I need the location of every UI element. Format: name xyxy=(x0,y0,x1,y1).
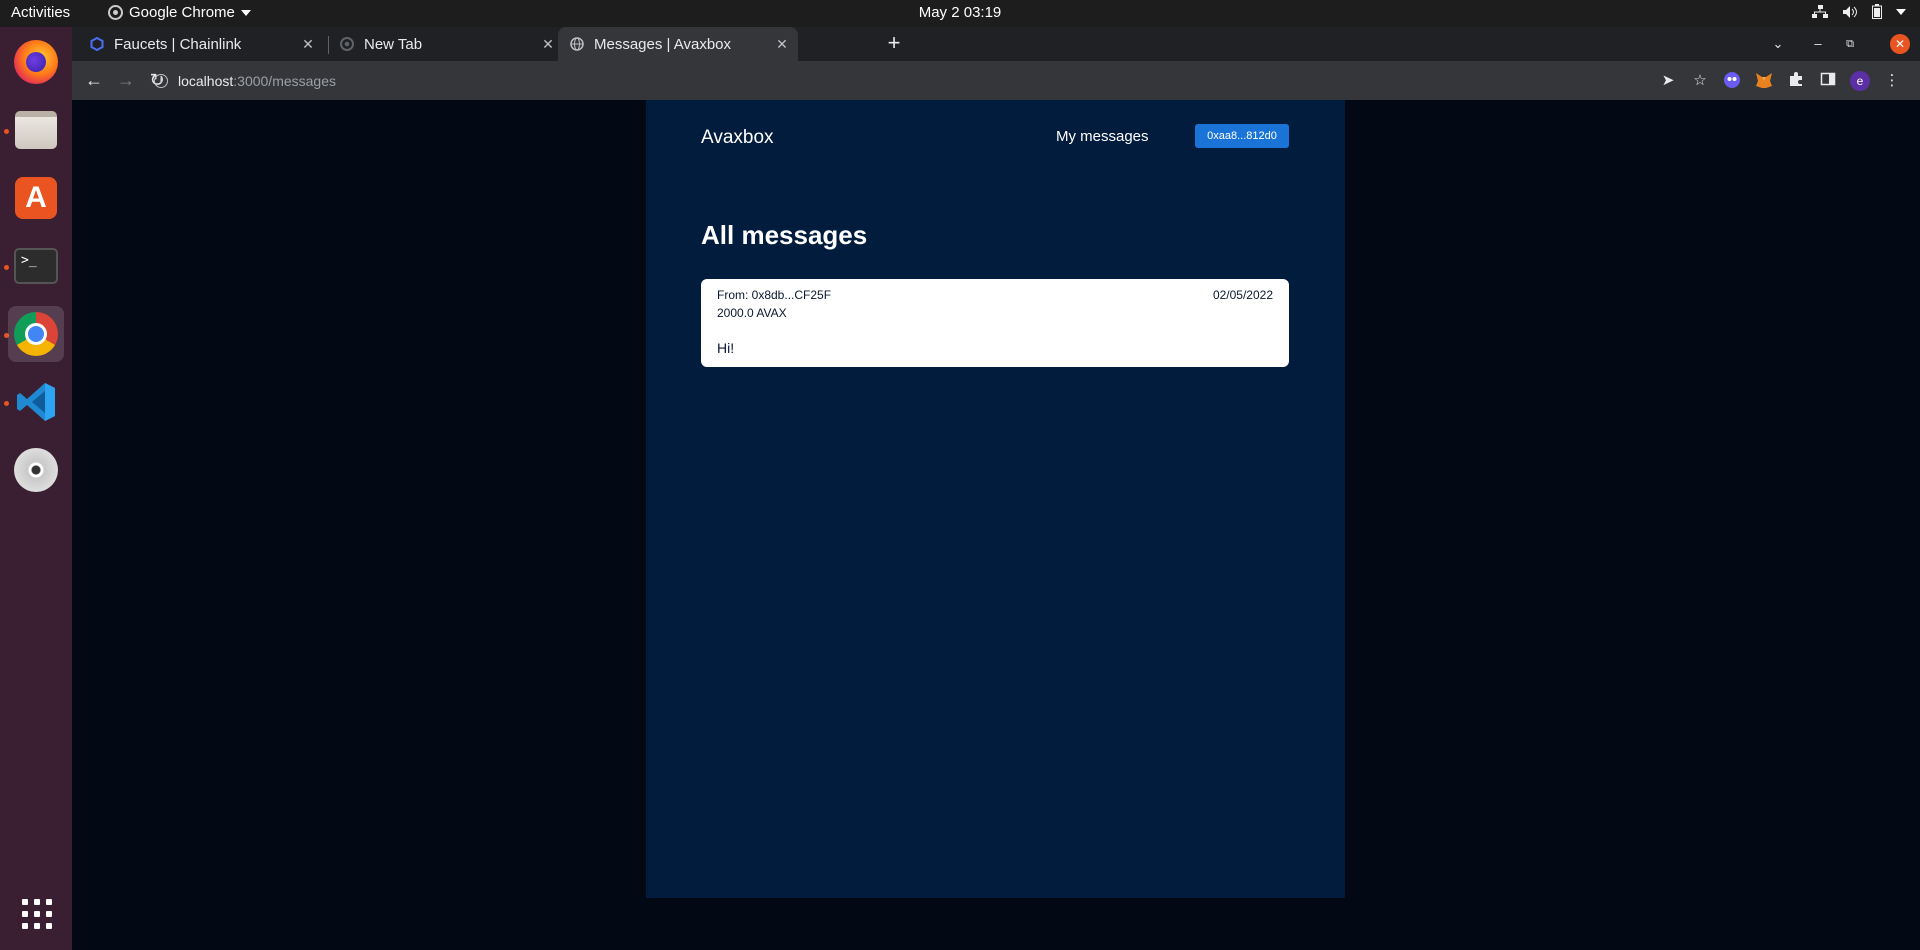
browser-toolbar: ← → ↻ i localhost:3000/messages ➤ ☆ e ⋮ xyxy=(72,61,1920,100)
browser-tab-strip: Faucets | Chainlink ✕ New Tab ✕ Messages… xyxy=(72,27,1920,61)
message-sender: From: 0x8db...CF25F xyxy=(717,288,832,302)
dock-vscode[interactable] xyxy=(8,374,64,430)
page-title: All messages xyxy=(701,220,868,250)
volume-icon xyxy=(1843,5,1857,18)
extensions-puzzle-icon[interactable] xyxy=(1786,71,1806,91)
show-apps-icon[interactable] xyxy=(22,899,52,929)
message-body: Hi! xyxy=(717,340,735,356)
address-bar[interactable]: i localhost:3000/messages xyxy=(72,65,1672,96)
tab-title: New Tab xyxy=(364,35,423,53)
clock[interactable]: May 2 03:19 xyxy=(919,4,1002,21)
tab-new-tab[interactable]: New Tab ✕ xyxy=(332,27,564,61)
restore-button[interactable]: ⧉ xyxy=(1838,32,1862,56)
files-icon xyxy=(15,111,57,149)
network-icon xyxy=(1812,4,1828,18)
url-host: localhost xyxy=(178,72,234,89)
tab-title: Messages | Avaxbox xyxy=(594,35,732,53)
dock: A >_ xyxy=(0,27,72,950)
dock-dvd[interactable] xyxy=(8,442,64,498)
my-messages-link[interactable]: My messages xyxy=(1056,128,1149,145)
minimize-button[interactable]: – xyxy=(1806,32,1830,56)
tab-separator xyxy=(328,36,329,54)
tab-messages-avaxbox[interactable]: Messages | Avaxbox ✕ xyxy=(558,27,798,61)
dock-chrome[interactable] xyxy=(8,306,64,362)
close-tab-icon[interactable]: ✕ xyxy=(300,36,316,53)
bookmark-star-icon[interactable]: ☆ xyxy=(1690,71,1710,91)
dvd-icon xyxy=(14,448,58,492)
message-card[interactable]: From: 0x8db...CF25F 02/05/2022 2000.0 AV… xyxy=(701,279,1289,367)
tab-title: Faucets | Chainlink xyxy=(114,35,242,53)
side-panel-icon[interactable] xyxy=(1818,71,1838,91)
app-container: Avaxbox My messages 0xaa8...812d0 All me… xyxy=(646,100,1345,898)
chrome-favicon-icon xyxy=(340,37,354,51)
site-info-icon[interactable]: i xyxy=(154,73,168,88)
chainlink-favicon-icon xyxy=(90,37,104,51)
app-store-icon: A xyxy=(15,177,57,219)
extension-icon-1[interactable] xyxy=(1722,71,1742,91)
activities-button[interactable]: Activities xyxy=(11,4,70,21)
close-window-button[interactable]: ✕ xyxy=(1890,34,1910,54)
dock-terminal[interactable]: >_ xyxy=(8,238,64,294)
terminal-icon: >_ xyxy=(14,248,58,284)
app-menu-label: Google Chrome xyxy=(129,4,235,21)
app-menu[interactable]: Google Chrome xyxy=(108,4,251,21)
system-tray[interactable] xyxy=(1812,4,1906,19)
system-menu-caret-icon xyxy=(1896,8,1906,15)
globe-favicon-icon xyxy=(570,37,584,51)
close-tab-icon[interactable]: ✕ xyxy=(540,36,556,53)
firefox-icon xyxy=(14,40,58,84)
battery-icon xyxy=(1872,4,1882,19)
more-menu-icon[interactable]: ⋮ xyxy=(1882,71,1902,91)
page-viewport: Avaxbox My messages 0xaa8...812d0 All me… xyxy=(72,100,1920,950)
tab-search-chevron-icon[interactable]: ⌄ xyxy=(1766,32,1790,56)
wallet-address-button[interactable]: 0xaa8...812d0 xyxy=(1195,124,1289,148)
metamask-fox-icon[interactable] xyxy=(1754,71,1774,91)
vscode-icon xyxy=(17,383,55,421)
brand-logo[interactable]: Avaxbox xyxy=(701,127,774,149)
clock-container: May 2 03:19 xyxy=(0,4,1920,21)
chrome-app-icon xyxy=(108,5,123,20)
send-tab-icon[interactable]: ➤ xyxy=(1658,71,1678,91)
system-top-bar: Activities Google Chrome May 2 03:19 xyxy=(0,0,1920,27)
dock-app-store[interactable]: A xyxy=(8,170,64,226)
tab-faucets-chainlink[interactable]: Faucets | Chainlink ✕ xyxy=(84,27,324,61)
url-path: :3000/messages xyxy=(233,72,336,89)
message-date: 02/05/2022 xyxy=(1212,288,1273,302)
profile-avatar[interactable]: e xyxy=(1850,71,1870,91)
message-amount: 2000.0 AVAX xyxy=(717,306,787,320)
chrome-icon xyxy=(14,312,58,356)
chevron-down-icon xyxy=(240,9,251,16)
dock-files[interactable] xyxy=(8,102,64,158)
close-tab-icon[interactable]: ✕ xyxy=(774,36,790,53)
new-tab-button[interactable]: + xyxy=(882,32,906,56)
dock-firefox[interactable] xyxy=(8,34,64,90)
